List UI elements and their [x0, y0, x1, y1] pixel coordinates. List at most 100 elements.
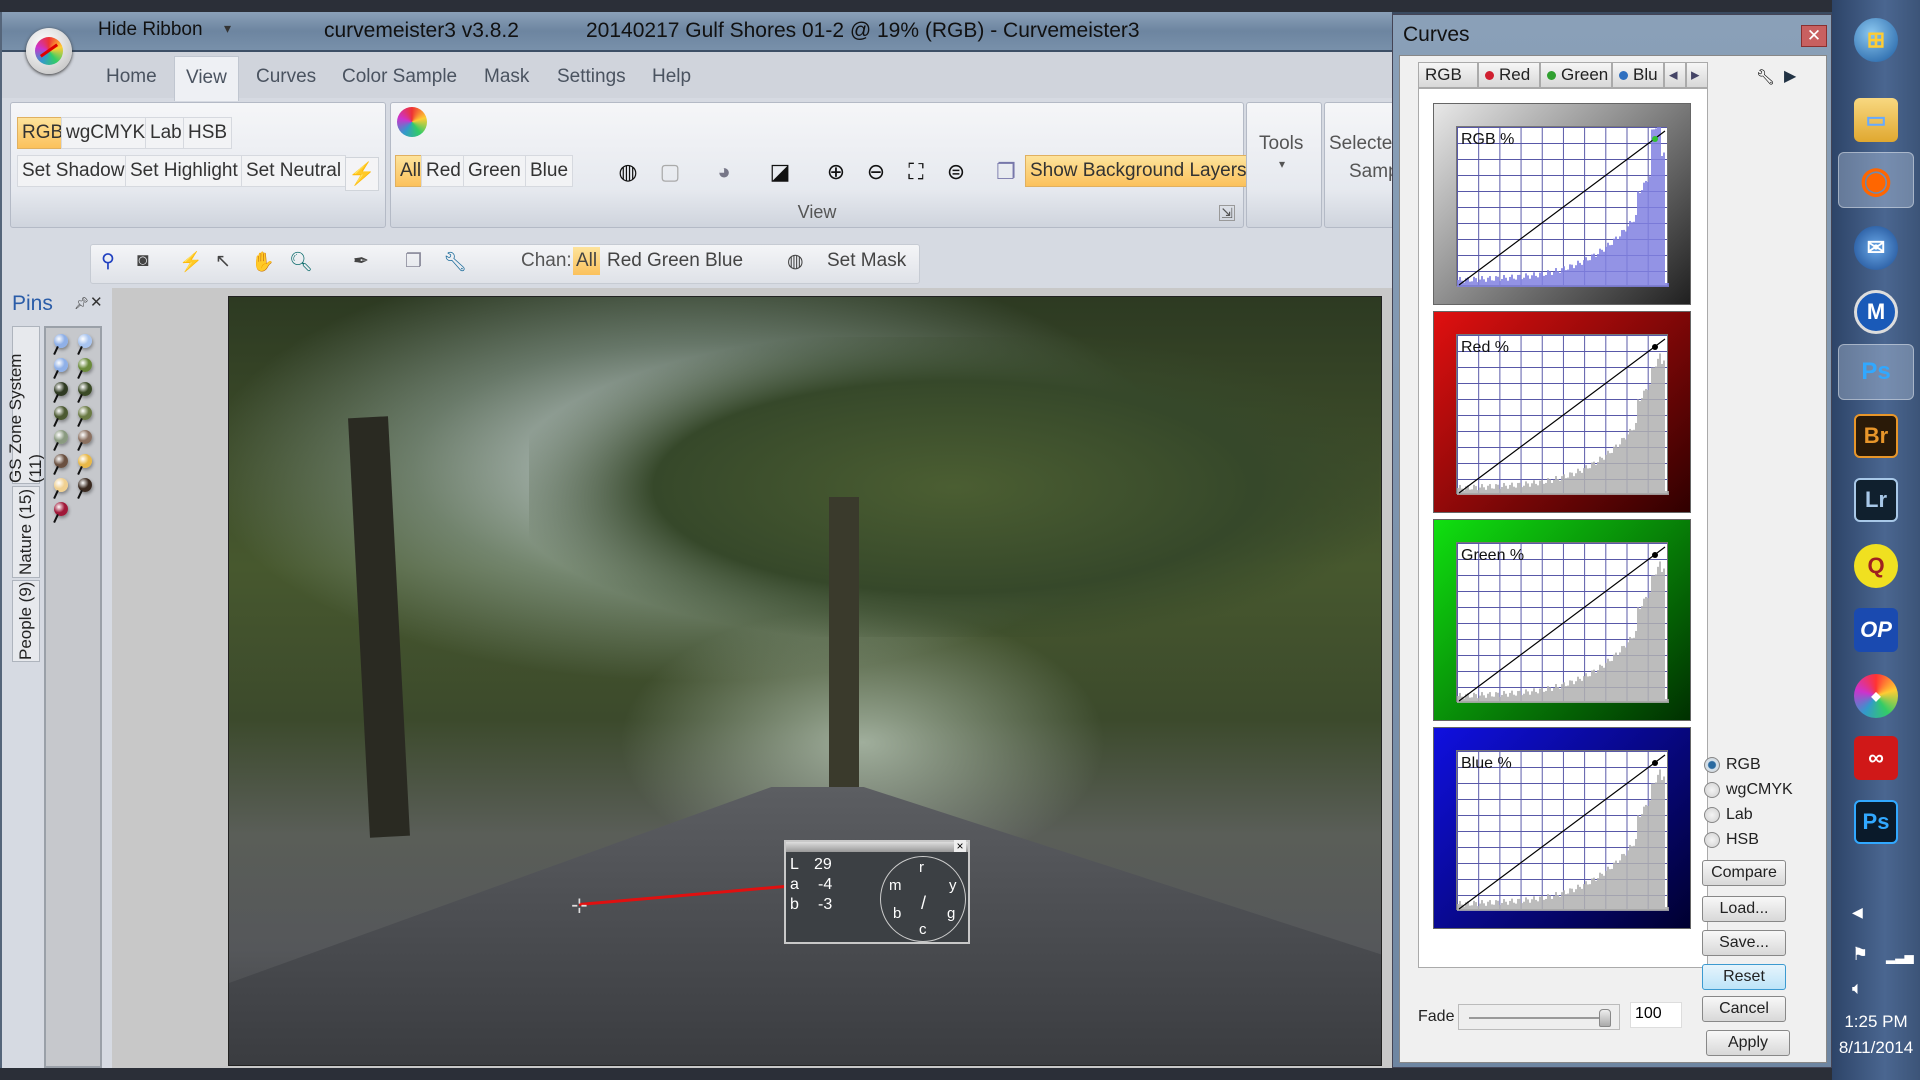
- green-curve-graph[interactable]: Green %: [1433, 519, 1691, 721]
- windows-start-icon[interactable]: ⊞: [1854, 18, 1898, 62]
- zoom-actual-icon[interactable]: ⊜: [939, 155, 973, 189]
- photoshop-icon[interactable]: Ps: [1838, 344, 1914, 400]
- mask-tool-icon[interactable]: ◙: [137, 250, 148, 272]
- tab-curves[interactable]: Curves: [244, 62, 328, 92]
- quick-access-dropdown-icon[interactable]: ▾: [224, 20, 231, 37]
- creative-cloud-icon[interactable]: ∞: [1854, 736, 1898, 780]
- eyedropper-icon[interactable]: ✒: [353, 250, 369, 273]
- curve-view-icon[interactable]: ◪: [763, 155, 797, 189]
- curve-point[interactable]: [1652, 136, 1658, 142]
- save-button[interactable]: Save...: [1702, 930, 1786, 956]
- wrench-icon[interactable]: 🔧︎: [443, 250, 467, 274]
- tab-scroll-right-icon[interactable]: ▸: [1686, 62, 1708, 88]
- radio-rgb[interactable]: RGB: [1704, 756, 1761, 774]
- mode-hsb-button[interactable]: HSB: [183, 117, 233, 149]
- sampler-title-bar[interactable]: [786, 842, 968, 852]
- blue-curve-plot[interactable]: Blue %: [1456, 750, 1669, 911]
- tab-view[interactable]: View: [174, 56, 239, 101]
- pin-panel-icon[interactable]: 📌︎: [74, 296, 89, 310]
- copy-icon[interactable]: ❐: [405, 250, 422, 273]
- curve-point[interactable]: [1652, 344, 1658, 350]
- set-highlight-button[interactable]: Set Highlight: [125, 155, 243, 187]
- qimage-icon[interactable]: Q: [1854, 544, 1898, 588]
- view-blue-button[interactable]: Blue: [525, 155, 574, 187]
- curves-tab-red[interactable]: Red: [1478, 62, 1540, 88]
- wrench-icon[interactable]: 🔧︎: [1756, 68, 1775, 86]
- pin-item[interactable]: [54, 406, 68, 420]
- volume-icon[interactable]: 🔈︎: [1852, 978, 1863, 999]
- magic-wand-icon[interactable]: ⚡: [345, 157, 379, 191]
- curvemeister-icon[interactable]: [397, 107, 427, 137]
- apply-button[interactable]: Apply: [1706, 1030, 1790, 1056]
- show-hidden-icons-icon[interactable]: ◀: [1852, 904, 1863, 921]
- pin-item[interactable]: [78, 454, 92, 468]
- magic-wand-tool-icon[interactable]: ⚡: [179, 250, 203, 274]
- pin-item[interactable]: [78, 430, 92, 444]
- mask-view-icon[interactable]: ◍: [611, 155, 645, 189]
- tab-nature[interactable]: Nature (15): [12, 486, 40, 578]
- zoom-fit-icon[interactable]: ⛶: [899, 155, 933, 189]
- maxthon-icon[interactable]: M: [1854, 290, 1898, 334]
- op-icon[interactable]: OP: [1854, 608, 1898, 652]
- rgb-curve-plot[interactable]: RGB %: [1456, 126, 1669, 287]
- tab-scroll-left-icon[interactable]: ◂: [1664, 62, 1686, 88]
- mode-wgcmyk-button[interactable]: wgCMYK: [61, 117, 151, 149]
- sample-point-icon[interactable]: ⊹: [571, 893, 588, 918]
- photoshop-2-icon[interactable]: Ps: [1854, 800, 1898, 844]
- network-signal-icon[interactable]: ▂▃▅: [1886, 950, 1914, 964]
- file-explorer-icon[interactable]: ▭: [1854, 98, 1898, 142]
- firefox-icon[interactable]: ◉: [1838, 152, 1914, 208]
- zoom-tool-icon[interactable]: 🔍︎: [289, 250, 313, 274]
- close-curves-button[interactable]: ✕: [1801, 25, 1827, 47]
- curves-tab-rgb[interactable]: RGB: [1418, 62, 1478, 88]
- view-green-button[interactable]: Green: [463, 155, 526, 187]
- compare-button[interactable]: Compare: [1702, 860, 1786, 886]
- hide-ribbon-button[interactable]: Hide Ribbon: [98, 19, 203, 41]
- radio-lab-dot[interactable]: [1704, 807, 1720, 823]
- zoom-in-icon[interactable]: ⊕: [819, 155, 853, 189]
- radio-hsb[interactable]: HSB: [1704, 831, 1759, 849]
- tab-home[interactable]: Home: [94, 62, 169, 92]
- tab-settings[interactable]: Settings: [545, 62, 638, 92]
- radio-lab[interactable]: Lab: [1704, 806, 1753, 824]
- pin-item[interactable]: [78, 478, 92, 492]
- tab-color-sample[interactable]: Color Sample: [330, 62, 469, 92]
- clock-time[interactable]: 1:25 PM: [1832, 1012, 1920, 1032]
- cancel-button[interactable]: Cancel: [1702, 996, 1786, 1022]
- dialog-launcher-icon[interactable]: ⇲: [1219, 205, 1235, 221]
- pin-item[interactable]: [54, 430, 68, 444]
- pointer-tool-icon[interactable]: ↖: [215, 250, 231, 273]
- set-mask-icon[interactable]: ◍: [787, 250, 804, 273]
- thunderbird-icon[interactable]: ✉: [1854, 226, 1898, 270]
- chan-all-button[interactable]: All: [573, 247, 601, 275]
- close-pins-icon[interactable]: ✕: [90, 293, 103, 311]
- pin-item[interactable]: [54, 358, 68, 372]
- radio-rgb-dot[interactable]: [1704, 757, 1720, 773]
- radio-wgcmyk[interactable]: wgCMYK: [1704, 781, 1793, 799]
- pin-item[interactable]: [78, 406, 92, 420]
- curve-pin-icon[interactable]: ⚲: [101, 250, 115, 273]
- fade-slider-thumb[interactable]: [1599, 1009, 1611, 1027]
- set-neutral-button[interactable]: Set Neutral: [241, 155, 347, 187]
- reset-button[interactable]: Reset: [1702, 964, 1786, 990]
- action-center-flag-icon[interactable]: ⚑: [1852, 944, 1868, 965]
- chan-red-button[interactable]: Red: [607, 250, 642, 272]
- fade-value-input[interactable]: 100: [1630, 1002, 1682, 1028]
- lightroom-icon[interactable]: Lr: [1854, 478, 1898, 522]
- app-menu-button[interactable]: [26, 28, 72, 74]
- chan-blue-button[interactable]: Blue: [705, 250, 743, 272]
- play-icon[interactable]: ▶: [1784, 66, 1796, 86]
- mode-lab-button[interactable]: Lab: [145, 117, 187, 149]
- tab-help[interactable]: Help: [640, 62, 703, 92]
- chan-green-button[interactable]: Green: [647, 250, 700, 272]
- tab-gs-zone-system[interactable]: GS Zone System (11): [6, 326, 45, 484]
- tab-people[interactable]: People (9): [12, 580, 40, 662]
- tab-mask[interactable]: Mask: [472, 62, 541, 92]
- set-mask-button[interactable]: Set Mask: [827, 250, 906, 272]
- load-button[interactable]: Load...: [1702, 896, 1786, 922]
- hand-tool-icon[interactable]: ✋: [251, 250, 275, 274]
- mask-icon[interactable]: ◕: [707, 155, 741, 189]
- radio-hsb-dot[interactable]: [1704, 832, 1720, 848]
- ribbon-group-tools[interactable]: Tools ▾: [1246, 102, 1322, 228]
- radio-wgcmyk-dot[interactable]: [1704, 782, 1720, 798]
